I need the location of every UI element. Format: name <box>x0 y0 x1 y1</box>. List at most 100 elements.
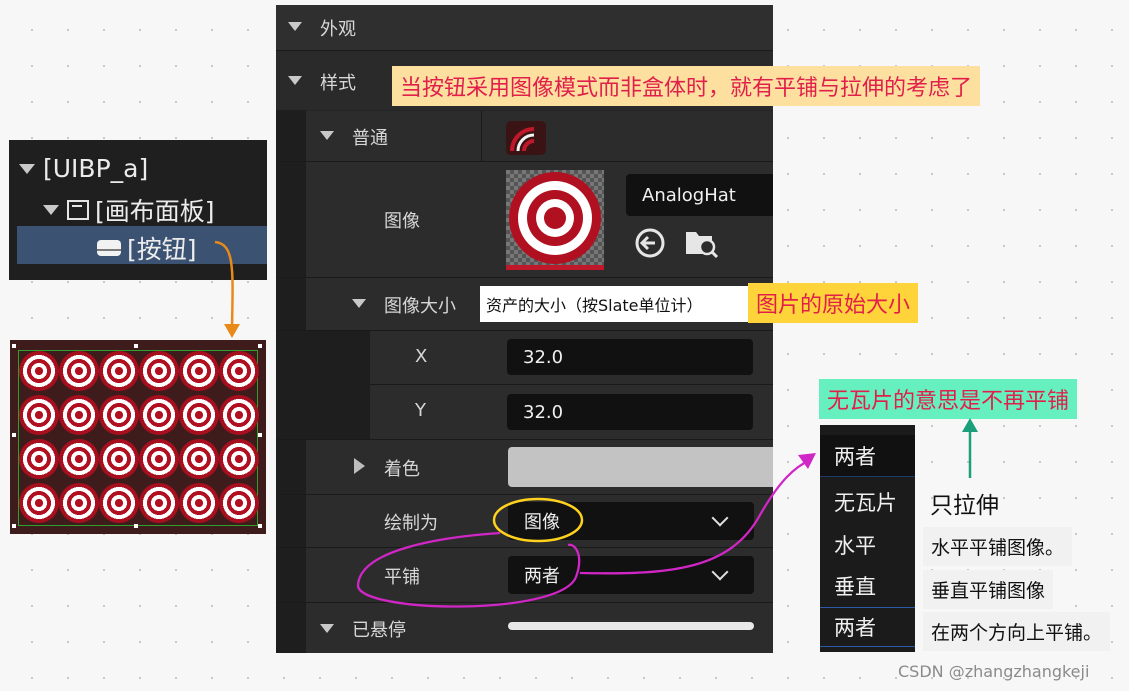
asset-name-value: AnalogHat <box>642 184 736 206</box>
original-size-note: 图片的原始大小 <box>748 283 919 323</box>
tile-target-image <box>99 483 139 523</box>
expand-arrow-icon[interactable] <box>320 624 334 633</box>
selection-handle[interactable] <box>258 344 262 348</box>
hierarchy-button-label: [按钮] <box>127 235 197 264</box>
tile-target-image <box>139 439 179 479</box>
style-mode-note-text: 当按钮采用图像模式而非盒体时，就有平铺与拉伸的考虑了 <box>400 76 973 101</box>
vertical-desc-text: 垂直平铺图像 <box>931 580 1046 602</box>
tile-target-image <box>219 483 259 523</box>
expand-arrow-icon[interactable] <box>19 163 35 174</box>
hierarchy-item-canvas[interactable]: [画布面板] <box>43 192 215 228</box>
image-property-row: 图像 AnalogHat <box>306 162 773 277</box>
orange-annotation-arrow <box>214 240 240 338</box>
tile-target-image <box>59 395 99 435</box>
dropdown-option-horizontal[interactable]: 水平 <box>820 525 915 565</box>
target-texture-thumbnail[interactable] <box>506 170 604 270</box>
option-vertical-text: 垂直 <box>834 575 876 599</box>
teal-annotation-arrow <box>962 418 978 478</box>
selection-handle[interactable] <box>258 524 262 528</box>
both-desc-text: 在两个方向上平铺。 <box>931 622 1103 644</box>
browse-asset-icon[interactable] <box>684 226 720 260</box>
x-label: X <box>415 346 428 367</box>
horizontal-tile-description: 水平平铺图像。 <box>923 527 1073 566</box>
tile-target-image <box>219 351 259 391</box>
tile-target-image <box>139 351 179 391</box>
tile-target-image <box>19 395 59 435</box>
image-size-tooltip: 资产的大小（按Slate单位计） <box>480 286 748 322</box>
image-label: 图像 <box>384 211 420 232</box>
image-size-tooltip-text: 资产的大小（按Slate单位计） <box>486 296 703 315</box>
selection-handle[interactable] <box>134 344 138 348</box>
tiling-dropdown-list: 两者 无瓦片 水平 垂直 两者 <box>820 425 915 652</box>
vertical-tile-description: 垂直平铺图像 <box>923 570 1054 609</box>
tile-target-image <box>179 351 219 391</box>
appearance-label: 外观 <box>320 19 356 40</box>
selection-handle[interactable] <box>258 433 262 437</box>
tile-target-image <box>139 395 179 435</box>
expand-arrow-icon[interactable] <box>352 299 366 308</box>
style-label: 样式 <box>320 73 356 94</box>
tile-target-image <box>99 439 139 479</box>
tile-target-image <box>19 439 59 479</box>
size-y-row: Y 32.0 <box>370 385 773 439</box>
tile-target-image <box>59 439 99 479</box>
asset-name-field[interactable]: AnalogHat <box>626 174 773 216</box>
option-no-tile-text: 无瓦片 <box>834 491 897 515</box>
tile-target-image <box>59 351 99 391</box>
tile-target-image <box>219 439 259 479</box>
expand-arrow-icon[interactable] <box>288 76 302 85</box>
tile-target-image <box>179 439 219 479</box>
stretch-only-text: 只拉伸 <box>930 493 999 519</box>
tile-target-image <box>139 483 179 523</box>
expand-arrow-icon[interactable] <box>43 205 59 215</box>
expand-arrow-icon[interactable] <box>320 131 334 140</box>
dropdown-option-both[interactable]: 两者 <box>820 607 915 647</box>
original-size-note-text: 图片的原始大小 <box>756 293 911 318</box>
dropdown-option-vertical[interactable]: 垂直 <box>820 566 915 606</box>
tile-target-image <box>19 483 59 523</box>
selection-handle[interactable] <box>12 433 16 437</box>
size-x-row: X 32.0 <box>370 331 773 384</box>
hierarchy-item-root[interactable]: [UIBP_a] <box>19 154 148 183</box>
image-size-label: 图像大小 <box>384 296 456 317</box>
hierarchy-root-label: [UIBP_a] <box>43 154 149 183</box>
tiled-image-grid <box>18 350 259 526</box>
watermark: CSDN @zhangzhangkeji <box>898 662 1089 681</box>
selection-handle[interactable] <box>134 524 138 528</box>
tile-target-image <box>179 395 219 435</box>
hierarchy-canvas-label: [画布面板] <box>95 197 215 226</box>
use-selected-asset-icon[interactable] <box>633 226 667 260</box>
size-x-input[interactable]: 32.0 <box>507 339 753 375</box>
expand-arrow-icon[interactable] <box>288 22 302 31</box>
y-label: Y <box>415 400 426 421</box>
size-y-input[interactable]: 32.0 <box>507 394 753 430</box>
selection-handle[interactable] <box>12 524 16 528</box>
dropdown-option-no-tile[interactable]: 无瓦片 <box>820 482 915 522</box>
hovered-preview-bar <box>508 622 754 630</box>
tile-target-image <box>99 395 139 435</box>
section-normal[interactable]: 普通 <box>306 111 773 161</box>
button-widget-icon <box>97 240 121 256</box>
selection-handle[interactable] <box>12 344 16 348</box>
dropdown-current-value[interactable]: 两者 <box>820 435 915 477</box>
no-tile-note-text: 无瓦片的意思是不再平铺 <box>827 389 1070 414</box>
style-mode-note: 当按钮采用图像模式而非盒体时，就有平铺与拉伸的考虑了 <box>392 66 981 106</box>
dropdown-current-text: 两者 <box>834 444 876 469</box>
wifi-style-preview-icon <box>506 121 546 155</box>
tile-target-image <box>19 351 59 391</box>
option-horizontal-text: 水平 <box>834 534 876 558</box>
tile-target-image <box>59 483 99 523</box>
magenta-annotation-arrow <box>356 453 816 608</box>
no-tile-note: 无瓦片的意思是不再平铺 <box>819 379 1078 419</box>
option-both-text: 两者 <box>834 616 876 640</box>
tiled-button-preview <box>10 340 266 534</box>
horizontal-desc-text: 水平平铺图像。 <box>931 537 1065 559</box>
hierarchy-item-button[interactable]: [按钮] <box>97 230 197 266</box>
tile-target-image <box>179 483 219 523</box>
size-x-value: 32.0 <box>523 346 564 368</box>
tile-target-image <box>219 395 259 435</box>
normal-label: 普通 <box>352 128 388 149</box>
section-appearance[interactable]: 外观 <box>276 5 773 50</box>
size-y-value: 32.0 <box>523 401 564 423</box>
both-tile-description: 在两个方向上平铺。 <box>923 612 1111 651</box>
